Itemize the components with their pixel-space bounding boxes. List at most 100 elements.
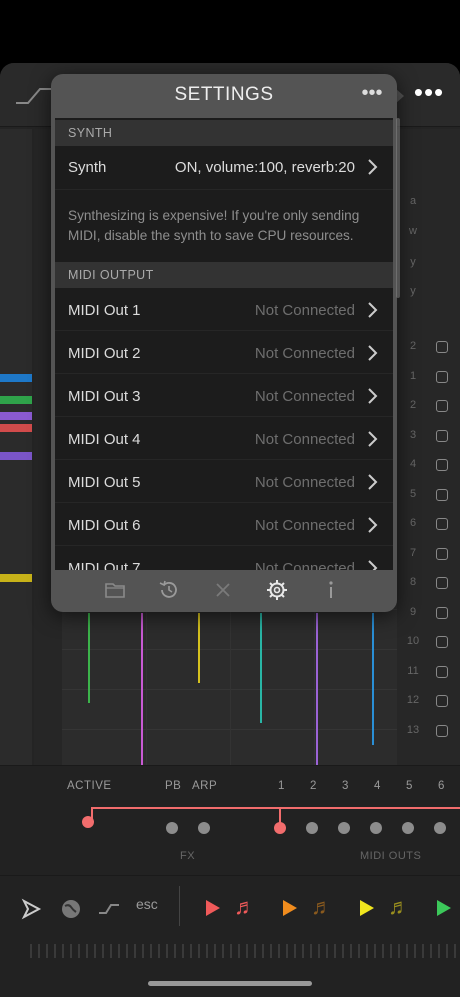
midi-out-status: Not Connected: [254, 517, 355, 534]
midi-out-3-toggle[interactable]: [338, 822, 350, 834]
midi-out-1-toggle[interactable]: [274, 822, 286, 834]
bottom-toolbar: esc ♬ ♬ ♬: [0, 875, 460, 997]
synth-label: Synth: [68, 159, 107, 176]
midi-out-label: MIDI Out 1: [68, 302, 141, 319]
synth-row[interactable]: Synth ON, volume:100, reverb:20: [55, 146, 393, 190]
midi-out-status: Not Connected: [254, 388, 355, 405]
pb-label: PB: [165, 780, 182, 792]
row-checkbox[interactable]: [436, 577, 448, 589]
midi-out-status: Not Connected: [254, 431, 355, 448]
row-checkbox[interactable]: [436, 724, 448, 737]
midi-out-label: MIDI Out 5: [68, 474, 141, 491]
track-4-play-icon[interactable]: [435, 898, 453, 918]
chevron-right-icon: [368, 517, 378, 533]
popup-toolbar: [51, 570, 397, 612]
close-icon[interactable]: [211, 578, 235, 602]
ramp-icon[interactable]: [14, 85, 54, 107]
globe-icon[interactable]: [60, 898, 82, 920]
track-2-note-icon[interactable]: ♬: [311, 894, 333, 920]
row-number: 3: [409, 428, 417, 441]
row-number: 7: [409, 546, 417, 559]
channel-label-6: 6: [438, 780, 445, 792]
column-letter: w: [409, 225, 417, 237]
row-number: 9: [409, 605, 417, 618]
column-letter: a: [409, 195, 417, 207]
row-number: 12: [406, 694, 420, 706]
row-number: 2: [409, 340, 417, 352]
row-number: 8: [409, 576, 417, 588]
channel-controls: ACTIVE PB ARP 1 2 3 4 5 6 FX MIDI OUTS: [0, 765, 460, 875]
track-1-play-icon[interactable]: [204, 898, 222, 918]
row-checkbox[interactable]: [436, 606, 448, 619]
midi-out-label: MIDI Out 4: [68, 431, 141, 448]
midi-out-row-6[interactable]: MIDI Out 6 Not Connected: [55, 504, 393, 546]
home-indicator[interactable]: [148, 981, 312, 986]
row-number: 4: [409, 458, 417, 470]
row-checkbox[interactable]: [436, 547, 448, 560]
midi-out-5-toggle[interactable]: [402, 822, 414, 834]
play-outline-icon[interactable]: [20, 898, 42, 920]
row-number: 10: [406, 635, 420, 647]
row-number: 6: [409, 517, 417, 529]
row-checkbox[interactable]: [436, 370, 448, 383]
chevron-right-icon: [368, 159, 378, 175]
midi-out-row-5[interactable]: MIDI Out 5 Not Connected: [55, 461, 393, 503]
popup-scrollbar[interactable]: [396, 118, 400, 298]
chevron-right-icon: [368, 560, 378, 570]
row-number: 2: [409, 399, 417, 411]
toolbar-divider: [179, 886, 180, 926]
info-icon[interactable]: [319, 578, 343, 602]
midi-out-label: MIDI Out 7: [68, 560, 141, 570]
piano-keys[interactable]: [0, 129, 32, 769]
midi-out-label: MIDI Out 2: [68, 345, 141, 362]
midi-out-status: Not Connected: [254, 345, 355, 362]
midi-out-row-2[interactable]: MIDI Out 2 Not Connected: [55, 332, 393, 374]
history-icon[interactable]: [157, 578, 181, 602]
row-checkbox[interactable]: [436, 429, 448, 442]
chevron-right-icon: [368, 388, 378, 404]
track-2-play-icon[interactable]: [281, 898, 299, 918]
midi-out-label: MIDI Out 3: [68, 388, 141, 405]
row-checkbox[interactable]: [436, 636, 448, 648]
row-number: 11: [407, 664, 419, 677]
popup-title: SETTINGS: [174, 84, 274, 105]
midi-out-6-toggle[interactable]: [434, 822, 446, 834]
pb-toggle[interactable]: [166, 822, 178, 834]
active-label: ACTIVE: [67, 780, 112, 792]
row-checkbox[interactable]: [436, 665, 448, 678]
arp-toggle[interactable]: [198, 822, 210, 834]
chevron-right-icon: [368, 474, 378, 490]
row-checkbox[interactable]: [436, 459, 448, 471]
popup-more-icon[interactable]: •••: [360, 83, 384, 106]
folder-icon[interactable]: [103, 578, 127, 602]
esc-button[interactable]: esc: [136, 896, 158, 912]
row-checkbox[interactable]: [436, 400, 448, 412]
section-header-synth: SYNTH: [55, 120, 393, 146]
midi-out-status: Not Connected: [254, 302, 355, 319]
midi-out-row-4[interactable]: MIDI Out 4 Not Connected: [55, 418, 393, 460]
track-1-note-icon[interactable]: ♬: [234, 894, 256, 920]
channel-label-2: 2: [310, 780, 317, 792]
row-checkbox[interactable]: [436, 518, 448, 530]
settings-list[interactable]: SYNTH Synth ON, volume:100, reverb:20 Sy…: [55, 118, 393, 570]
row-checkbox[interactable]: [436, 695, 448, 707]
timeline-ticks: [30, 944, 460, 958]
active-toggle[interactable]: [82, 816, 94, 828]
channel-label-3: 3: [342, 780, 349, 792]
midi-out-row-7[interactable]: MIDI Out 7 Not Connected: [55, 547, 393, 570]
track-3-note-icon[interactable]: ♬: [388, 894, 410, 920]
column-letter: y: [410, 256, 416, 268]
midi-out-row-3[interactable]: MIDI Out 3 Not Connected: [55, 375, 393, 417]
ramp-icon[interactable]: [98, 902, 120, 916]
row-number: 13: [406, 723, 420, 736]
more-menu-icon[interactable]: •••: [413, 79, 445, 107]
midi-out-4-toggle[interactable]: [370, 822, 382, 834]
gear-icon[interactable]: [265, 578, 289, 602]
track-3-play-icon[interactable]: [358, 898, 376, 918]
row-checkbox[interactable]: [436, 341, 448, 353]
row-checkbox[interactable]: [436, 488, 448, 501]
chevron-right-icon: [368, 431, 378, 447]
midi-out-row-1[interactable]: MIDI Out 1 Not Connected: [55, 289, 393, 331]
midi-out-2-toggle[interactable]: [306, 822, 318, 834]
channel-label-1: 1: [278, 780, 285, 792]
